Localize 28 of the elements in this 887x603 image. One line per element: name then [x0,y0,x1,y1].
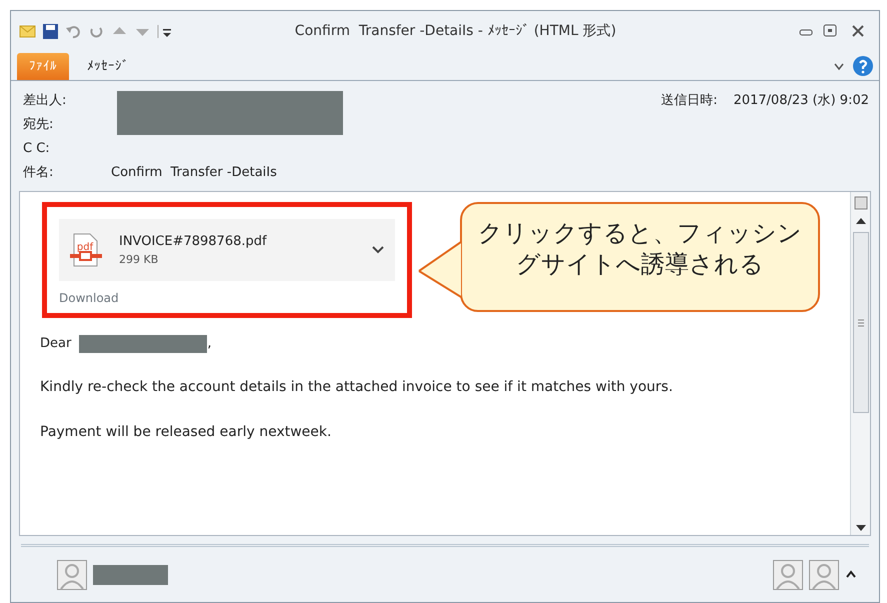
subject-text: Confirm Transfer -DetaiIs [111,164,277,182]
callout-text: グサイトへ誘導される [515,249,765,280]
help-icon[interactable] [853,56,873,76]
sent-date: 2017/08/23 (水) 9:02 [733,92,869,110]
field-label: 差出人: [23,92,68,110]
file-size: 299 KB [119,252,160,268]
field-label: 件名: [23,164,54,182]
attachment-card[interactable]: pdf INVOICE#7898768.pdf 299 KB [59,219,395,281]
save-icon[interactable] [42,22,59,40]
avatar-icon [809,560,839,590]
scrollbar-thumb[interactable] [852,232,868,413]
avatar-icon [57,560,87,590]
customize-icon[interactable] [157,22,174,40]
chevron-down-icon[interactable] [371,244,385,256]
field-label: C C: [23,140,51,158]
field-label: 宛先: [23,116,54,134]
callout-text: クリックすると、フィッシン [477,218,803,249]
ribbon-tab[interactable]: ﾒｯｾｰｼﾞ [75,52,141,80]
file-name: INVOICE#7898768.pdf [119,233,268,251]
greeting-text: Dear [40,334,72,352]
expand-icon[interactable] [845,568,857,580]
download-link[interactable]: Download [59,289,119,307]
sent-label: 送信日時: [661,92,718,110]
body-paragraph: Payment will be released early nextweek. [40,423,332,442]
body-paragraph: Kindly re-check the account details in the attached invoice to see if it matches with yours. [40,378,674,397]
window-title: Confirm Transfer -DetaiIs - ﾒｯｾｰｼﾞ (HTML 形式) [294,22,618,40]
avatar-icon [773,560,803,590]
comma-text: , [207,334,212,352]
